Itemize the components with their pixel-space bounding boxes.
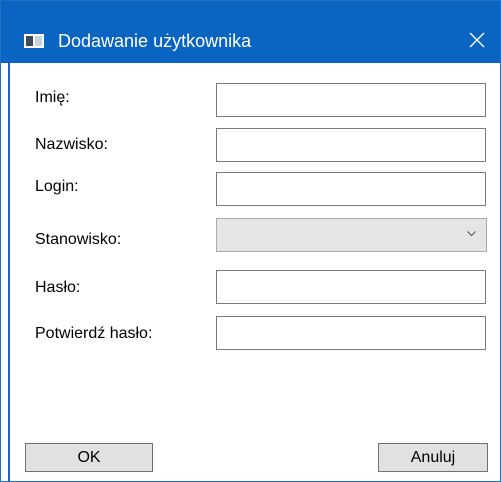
position-dropdown[interactable]: [216, 218, 487, 252]
first-name-label: Imię:: [35, 89, 70, 106]
password-label: Hasło:: [35, 279, 81, 296]
window-title: Dodawanie użytkownika: [58, 31, 252, 51]
window-icon: [24, 34, 44, 48]
confirm-password-label: Potwierdź hasło:: [35, 325, 153, 342]
dialog-window: Dodawanie użytkownika Imię: Nazwisko: Lo…: [0, 0, 501, 482]
cancel-button[interactable]: Anuluj: [378, 443, 488, 472]
password-field[interactable]: [216, 270, 486, 304]
window-left-edge: [8, 63, 10, 481]
close-icon: [469, 32, 485, 48]
login-field[interactable]: [216, 172, 486, 206]
first-name-field[interactable]: [216, 83, 486, 117]
chevron-down-icon: [467, 231, 476, 237]
position-label: Stanowisko:: [35, 231, 122, 248]
last-name-label: Nazwisko:: [35, 136, 108, 153]
window-icon-left-pane: [26, 36, 33, 46]
title-bar[interactable]: Dodawanie użytkownika: [1, 1, 500, 63]
last-name-field[interactable]: [216, 128, 486, 162]
close-button[interactable]: [454, 23, 500, 57]
confirm-password-field[interactable]: [216, 316, 486, 350]
ok-button[interactable]: OK: [25, 443, 153, 472]
login-label: Login:: [35, 178, 79, 195]
window-icon-right-pane: [35, 36, 42, 46]
